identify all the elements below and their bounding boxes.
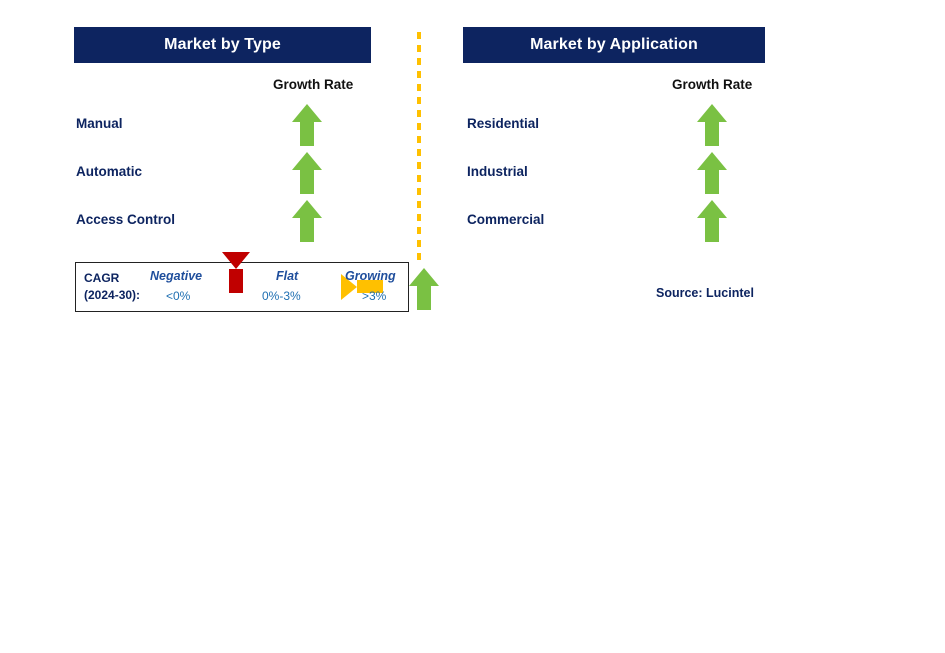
segment-label-manual: Manual (76, 116, 123, 131)
segment-row-commercial: Commercial (467, 200, 762, 248)
panel-header-type: Market by Type (74, 27, 371, 63)
segment-label-commercial: Commercial (467, 212, 545, 227)
growth-rate-caption-application: Growth Rate (672, 77, 753, 92)
legend-item-growing: Growing >3% (331, 263, 439, 311)
legend-flat-range: 0%-3% (262, 289, 301, 303)
segment-row-access-control: Access Control (76, 200, 371, 248)
legend-item-flat: Flat 0%-3% (231, 263, 383, 311)
segment-row-residential: Residential (467, 104, 762, 152)
growth-rate-caption-type: Growth Rate (273, 77, 354, 92)
panel-header-application: Market by Application (463, 27, 765, 63)
legend-cagr-label: CAGR (2024-30): (84, 270, 140, 304)
segment-label-industrial: Industrial (467, 164, 528, 179)
source-note: Source: Lucintel (656, 286, 754, 300)
cagr-legend: CAGR (2024-30): Negative <0% Flat 0%-3% … (75, 252, 439, 312)
legend-cagr-line2: (2024-30): (84, 288, 141, 302)
panel-header-type-label: Market by Type (164, 36, 281, 53)
segment-label-residential: Residential (467, 116, 540, 131)
segment-row-manual: Manual (76, 104, 371, 152)
legend-flat-title: Flat (276, 269, 299, 283)
segment-row-industrial: Industrial (467, 152, 762, 200)
legend-negative-range: <0% (166, 289, 191, 303)
panel-header-application-label: Market by Application (530, 36, 698, 53)
legend-negative-title: Negative (150, 269, 203, 283)
legend-growing-range: >3% (362, 289, 387, 303)
market-by-type-panel: Market by Type Growth Rate Manual Automa… (0, 0, 439, 653)
segment-label-access-control: Access Control (76, 212, 176, 227)
legend-growing-title: Growing (345, 269, 396, 283)
segment-row-automatic: Automatic (76, 152, 371, 200)
legend-cagr-line1: CAGR (84, 271, 120, 285)
segment-label-automatic: Automatic (76, 164, 143, 179)
market-by-application-panel: Market by Application Growth Rate Reside… (420, 0, 945, 653)
